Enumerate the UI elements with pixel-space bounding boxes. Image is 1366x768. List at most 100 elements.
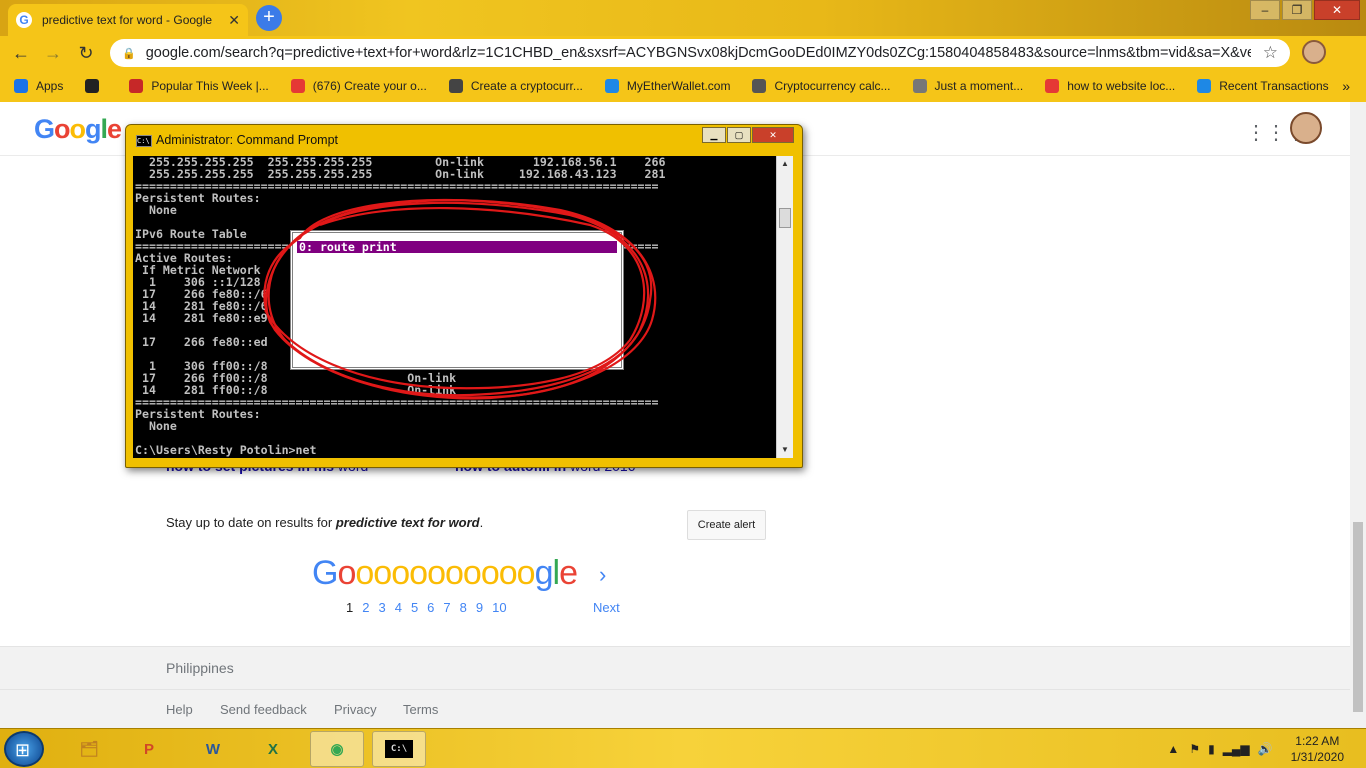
- close-window-button[interactable]: ✕: [1314, 0, 1360, 20]
- bookmark-label: Recent Transactions: [1219, 79, 1329, 93]
- footer-link-feedback[interactable]: Send feedback: [220, 702, 307, 717]
- volume-icon[interactable]: 🔊: [1258, 742, 1273, 756]
- bookmark-label: Create a cryptocurr...: [470, 79, 583, 93]
- cmd-window-icon: C:\: [136, 135, 152, 147]
- tab-title: predictive text for word - Google: [42, 13, 213, 27]
- cmd-window-title: Administrator: Command Prompt: [156, 133, 339, 147]
- youtube-icon: [1045, 79, 1060, 93]
- reload-icon[interactable]: ↻: [75, 42, 97, 64]
- show-hidden-icons-icon[interactable]: ▲: [1167, 742, 1179, 756]
- bookmark-0[interactable]: Apps: [14, 79, 63, 93]
- browser-toolbar: ← → ↻ 🔒 google.com/search?q=predictive+t…: [0, 36, 1366, 70]
- bookmark-star-icon[interactable]: ☆: [1263, 43, 1278, 63]
- alert-text: Stay up to date on results for predictiv…: [166, 515, 484, 530]
- page-link-5[interactable]: 5: [411, 600, 418, 615]
- google-logo[interactable]: Google: [34, 114, 122, 145]
- bookmark-6[interactable]: Cryptocurrency calc...: [752, 79, 891, 93]
- pagination-logo: Gooooooooooogle: [312, 554, 578, 593]
- excel-glyph: X: [267, 740, 278, 758]
- new-tab-button[interactable]: +: [256, 5, 282, 31]
- bookmarks-overflow-icon[interactable]: »: [1342, 78, 1350, 94]
- command-prompt-window[interactable]: C:\ Administrator: Command Prompt ▁ ▢ ✕ …: [125, 124, 803, 468]
- page-link-8[interactable]: 8: [460, 600, 467, 615]
- bookmark-5[interactable]: MyEtherWallet.com: [604, 79, 731, 93]
- action-center-flag-icon[interactable]: ⚑: [1189, 742, 1200, 756]
- maximize-button[interactable]: ❐: [1282, 0, 1312, 20]
- pagination-letter: o: [337, 554, 356, 592]
- next-chevron-icon[interactable]: ›: [599, 562, 606, 588]
- page-link-1: 1: [346, 600, 354, 615]
- console-output[interactable]: 255.255.255.255 255.255.255.255 On-link …: [133, 156, 793, 458]
- tab-close-icon[interactable]: ✕: [228, 12, 240, 29]
- bookmark-2[interactable]: Popular This Week |...: [129, 79, 269, 93]
- clock[interactable]: 1:22 AM 1/31/2020: [1291, 733, 1344, 765]
- word-glyph: W: [205, 740, 221, 758]
- bookmark-1[interactable]: [85, 79, 107, 93]
- bookmark-label: MyEtherWallet.com: [626, 79, 731, 93]
- scroll-up-arrow-icon[interactable]: ▲: [777, 156, 793, 172]
- taskbar-powerpoint-icon[interactable]: P: [122, 731, 176, 767]
- cmd-close-button[interactable]: ✕: [752, 127, 794, 143]
- cmd-scrollbar-thumb[interactable]: [779, 208, 791, 228]
- next-page-link[interactable]: Next: [593, 600, 620, 615]
- bird-icon: [912, 79, 927, 93]
- taskbar-cmd-icon[interactable]: C:\: [372, 731, 426, 767]
- ethereum-icon: [448, 79, 463, 93]
- chrome-glyph: ◉: [330, 741, 344, 758]
- scroll-down-arrow-icon[interactable]: ▼: [777, 442, 793, 458]
- bookmark-8[interactable]: how to website loc...: [1045, 79, 1175, 93]
- bookmark-7[interactable]: Just a moment...: [912, 79, 1023, 93]
- taskbar-chrome-icon[interactable]: ◉: [310, 731, 364, 767]
- page-link-2[interactable]: 2: [362, 600, 369, 615]
- taskbar-word-icon[interactable]: W: [186, 731, 240, 767]
- command-history-popup[interactable]: 0: route print: [290, 230, 624, 370]
- network-signal-icon[interactable]: ▂▄▆: [1223, 742, 1250, 756]
- clock-time: 1:22 AM: [1295, 734, 1340, 748]
- pagination-letter: o: [373, 554, 392, 592]
- account-avatar[interactable]: [1290, 112, 1322, 144]
- page-link-3[interactable]: 3: [378, 600, 385, 615]
- bookmark-9[interactable]: Recent Transactions: [1197, 79, 1329, 93]
- calculator-icon: [752, 79, 767, 93]
- bookmark-label: Cryptocurrency calc...: [774, 79, 891, 93]
- pagination-letter: o: [355, 554, 374, 592]
- page-link-7[interactable]: 7: [443, 600, 450, 615]
- pagination: 1 2 3 4 5 6 7 8 9 10: [346, 600, 516, 615]
- bookmarks-bar: Apps Popular This Week |... (676) Create y…: [0, 70, 1366, 102]
- profile-avatar-icon[interactable]: [1302, 40, 1326, 64]
- cmd-glyph: C:\: [384, 740, 414, 758]
- pagination-letter: o: [462, 554, 482, 592]
- create-alert-button[interactable]: Create alert: [687, 510, 766, 540]
- window-controls: – ❐ ✕: [1248, 0, 1360, 20]
- page-link-10[interactable]: 10: [492, 600, 506, 615]
- page-link-9[interactable]: 9: [476, 600, 483, 615]
- cmd-scrollbar[interactable]: ▲ ▼: [776, 156, 793, 458]
- page-link-4[interactable]: 4: [395, 600, 402, 615]
- footer-link-help[interactable]: Help: [166, 702, 193, 717]
- page-link-6[interactable]: 6: [427, 600, 434, 615]
- bookmark-label: how to website loc...: [1067, 79, 1176, 93]
- footer-link-terms[interactable]: Terms: [403, 702, 438, 717]
- page-scrollbar[interactable]: [1350, 102, 1366, 728]
- battery-icon[interactable]: ▮: [1208, 742, 1215, 756]
- pagination-letter: e: [559, 554, 578, 592]
- pagination-letter: o: [444, 554, 464, 592]
- url-text: google.com/search?q=predictive+text+for+…: [145, 45, 1251, 61]
- bookmark-4[interactable]: Create a cryptocurr...: [448, 79, 583, 93]
- cmd-maximize-button[interactable]: ▢: [727, 127, 751, 143]
- minimize-button[interactable]: –: [1250, 0, 1280, 20]
- taskbar-explorer-icon[interactable]: 🗂: [62, 731, 116, 767]
- taskbar-excel-icon[interactable]: X: [246, 731, 300, 767]
- tab-strip: G predictive text for word - Google ✕ + …: [0, 0, 1366, 36]
- footer-link-privacy[interactable]: Privacy: [334, 702, 377, 717]
- forward-arrow-icon[interactable]: →: [42, 42, 64, 64]
- start-button[interactable]: ⊞: [4, 731, 44, 767]
- address-bar[interactable]: 🔒 google.com/search?q=predictive+text+fo…: [110, 39, 1290, 67]
- tab-google-search[interactable]: G predictive text for word - Google ✕: [8, 4, 248, 36]
- bookmark-3[interactable]: (676) Create your o...: [290, 79, 427, 93]
- cmd-minimize-button[interactable]: ▁: [702, 127, 726, 143]
- history-item-selected[interactable]: 0: route print: [297, 241, 617, 253]
- page-scrollbar-thumb[interactable]: [1353, 522, 1363, 712]
- bookmark-label: Popular This Week |...: [151, 79, 269, 93]
- back-arrow-icon[interactable]: ←: [10, 42, 32, 64]
